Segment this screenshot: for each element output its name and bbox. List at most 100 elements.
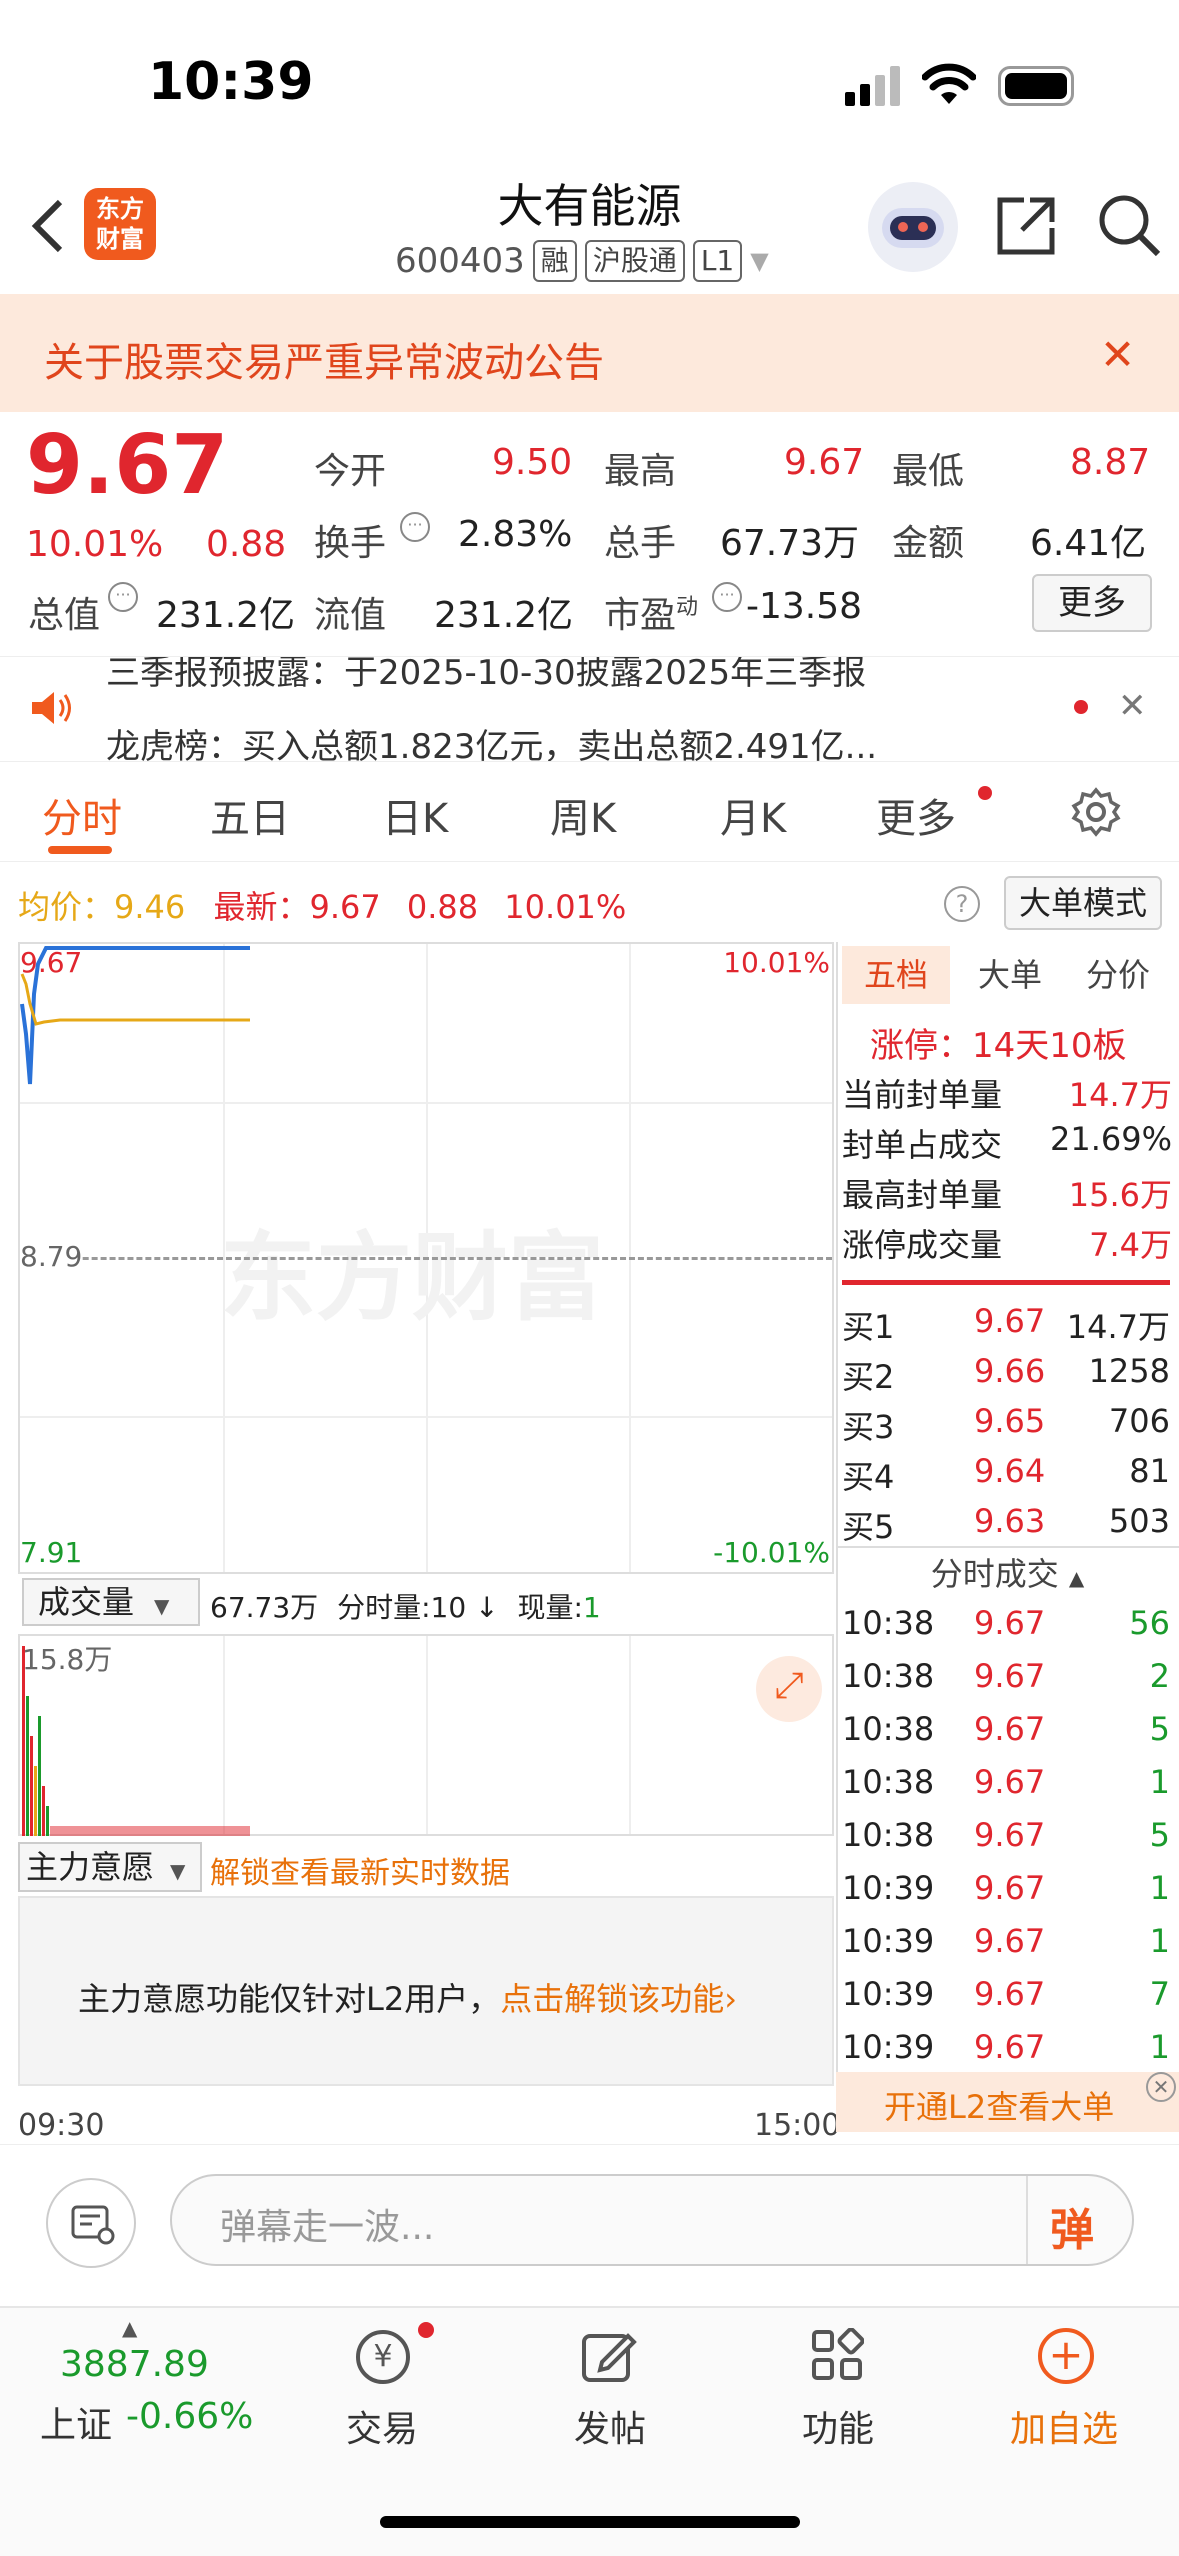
volume-max-label: 15.8万 xyxy=(22,1643,113,1676)
big-order-mode-button[interactable]: 大单模式 xyxy=(1004,876,1162,930)
tab-daily-k[interactable]: 日K xyxy=(382,786,448,844)
comment-list-icon[interactable] xyxy=(46,2178,136,2268)
info-icon[interactable]: ··· xyxy=(400,512,430,542)
fund-locked-panel[interactable]: 主力意愿功能仅针对L2用户，点击解锁该功能› xyxy=(18,1896,834,2086)
volume-label: 总手 xyxy=(604,523,677,564)
fund-selector[interactable]: 主力意愿 ▼ xyxy=(18,1842,202,1892)
chart-legend: 均价：9.46 最新：9.67 0.88 10.01% xyxy=(18,888,627,926)
pct-max-label: 10.01% xyxy=(723,946,830,979)
robot-avatar-icon[interactable] xyxy=(868,182,958,272)
news-ticker[interactable]: 三季报预披露：于2025-10-30披露2025年三季报 龙虎榜：买入总额1.8… xyxy=(0,656,1179,762)
tag-level: L1 xyxy=(692,240,743,282)
share-icon[interactable] xyxy=(994,194,1058,258)
volume-value: 67.73万 xyxy=(720,523,860,564)
trade-row: 10:38 9.67 1 xyxy=(842,1763,1170,1801)
volume-bars xyxy=(22,1646,250,1836)
stock-code-row: 600403 融 沪股通 L1 ▼ xyxy=(395,240,769,282)
unlock-feature-link[interactable]: 点击解锁该功能 xyxy=(500,1980,724,2018)
plus-circle-icon: + xyxy=(1038,2328,1094,2384)
tab-5day[interactable]: 五日 xyxy=(210,786,290,844)
panel-tab-byprice[interactable]: 分价 xyxy=(1068,946,1168,1004)
trade-row: 10:38 9.67 5 xyxy=(842,1816,1170,1854)
close-icon[interactable]: ✕ xyxy=(1146,2072,1176,2102)
price-chart[interactable]: 东方财富 9.67 8.79 7.91 10.01% -10.01% xyxy=(18,942,834,1574)
unread-dot xyxy=(1074,700,1088,714)
tag-margin: 融 xyxy=(532,240,577,282)
search-icon[interactable] xyxy=(1096,192,1162,258)
info-icon[interactable]: ··· xyxy=(712,582,742,612)
wifi-icon xyxy=(922,63,976,104)
expand-icon[interactable]: ⤢ xyxy=(756,1656,822,1722)
battery-icon xyxy=(998,66,1074,106)
index-ticker[interactable]: ▲ 3887.89 上证 -0.66% xyxy=(30,2316,290,2466)
nav-features[interactable]: 功能 xyxy=(748,2320,928,2460)
volume-info: 67.73万 分时量:10 ↓ 现量:1 xyxy=(210,1591,601,1624)
volume-chart[interactable]: 15.8万 ⤢ xyxy=(18,1634,834,1836)
close-icon[interactable]: ✕ xyxy=(1118,686,1147,726)
tab-intraday[interactable]: 分时 xyxy=(42,786,122,844)
index-value: 3887.89 xyxy=(60,2344,209,2385)
l2-promo-banner[interactable]: 开通L2查看大单 ✕ xyxy=(836,2072,1179,2132)
trades-header[interactable]: 分时成交 ▲ xyxy=(836,1546,1179,1598)
nav-trade[interactable]: ¥ 交易 xyxy=(292,2320,472,2460)
news-line-1[interactable]: 三季报预披露：于2025-10-30披露2025年三季报 xyxy=(106,657,866,694)
low-label: 最低 xyxy=(892,451,965,492)
close-icon[interactable]: ✕ xyxy=(1100,330,1135,379)
tab-more[interactable]: 更多 xyxy=(876,786,956,844)
comment-input[interactable]: 弹幕走一波... 弹 xyxy=(170,2174,1134,2266)
status-bar: 10:39 xyxy=(0,0,1179,170)
trade-row: 10:38 9.67 2 xyxy=(842,1657,1170,1695)
notice-text[interactable]: 关于股票交易严重异常波动公告 xyxy=(44,330,604,388)
settings-gear-icon[interactable] xyxy=(1070,786,1122,838)
bid-row: 买4 9.64 81 xyxy=(842,1452,1170,1496)
fund-locked-msg: 主力意愿功能仅针对L2用户， xyxy=(78,1980,501,2018)
index-name: 上证 xyxy=(40,2405,113,2446)
stat-row: 最高封单量 15.6万 xyxy=(842,1176,1172,1214)
info-icon[interactable]: ··· xyxy=(108,582,138,612)
trade-row: 10:39 9.67 1 xyxy=(842,1869,1170,1907)
float-value: 231.2亿 xyxy=(434,595,574,636)
high-value: 9.67 xyxy=(784,442,865,483)
stat-row: 封单占成交 21.69% xyxy=(842,1120,1172,1164)
trade-row: 10:39 9.67 7 xyxy=(842,1975,1170,2013)
tag-connect: 沪股通 xyxy=(584,240,685,282)
trade-row: 10:39 9.67 1 xyxy=(842,1922,1170,1960)
bid-row: 买1 9.67 14.7万 xyxy=(842,1302,1170,1346)
nav-post[interactable]: 发帖 xyxy=(520,2320,700,2460)
tab-weekly-k[interactable]: 周K xyxy=(550,786,616,844)
pct-min-label: -10.01% xyxy=(713,1536,830,1569)
time-end-label: 15:00 xyxy=(754,2108,841,2143)
bid-row: 买2 9.66 1258 xyxy=(842,1352,1170,1396)
pe-label: 市盈动 xyxy=(604,595,699,636)
help-icon[interactable]: ? xyxy=(944,886,980,922)
time-start-label: 09:30 xyxy=(18,2108,105,2143)
mktcap-value: 231.2亿 xyxy=(156,595,296,636)
comment-placeholder: 弹幕走一波... xyxy=(220,2207,435,2248)
pct-change: 10.01% xyxy=(26,524,164,565)
trade-row: 10:38 9.67 5 xyxy=(842,1710,1170,1748)
pe-value: -13.58 xyxy=(746,586,863,627)
turnover-value: 2.83% xyxy=(458,514,573,555)
danmaku-send-button[interactable]: 弹 xyxy=(1050,2194,1094,2258)
l2-promo-text[interactable]: 开通L2查看大单 xyxy=(884,2082,1114,2128)
more-button[interactable]: 更多 xyxy=(1032,574,1152,632)
float-label: 流值 xyxy=(314,595,387,636)
chevron-down-icon[interactable]: ▼ xyxy=(750,247,768,275)
unread-dot xyxy=(418,2322,434,2338)
mktcap-label: 总值 xyxy=(28,595,101,636)
home-indicator xyxy=(380,2516,800,2528)
unlock-link[interactable]: 解锁查看最新实时数据 xyxy=(210,1848,510,1892)
news-line-2[interactable]: 龙虎榜：买入总额1.823亿元，卖出总额2.491亿... xyxy=(106,719,877,761)
volume-selector[interactable]: 成交量 ▼ xyxy=(22,1578,200,1626)
amount-label: 金额 xyxy=(892,523,965,564)
chevron-up-icon: ▲ xyxy=(122,2316,138,2340)
tab-monthly-k[interactable]: 月K xyxy=(720,786,786,844)
nav-post-label: 发帖 xyxy=(574,2409,647,2450)
panel-tab-bigorder[interactable]: 大单 xyxy=(960,946,1060,1004)
price-change: 0.88 xyxy=(206,524,287,565)
nav-add-watchlist[interactable]: + 加自选 xyxy=(976,2320,1156,2460)
grid-icon xyxy=(812,2328,864,2380)
panel-tab-level5[interactable]: 五档 xyxy=(842,946,950,1004)
high-label: 最高 xyxy=(604,451,677,492)
edit-icon xyxy=(582,2333,637,2382)
